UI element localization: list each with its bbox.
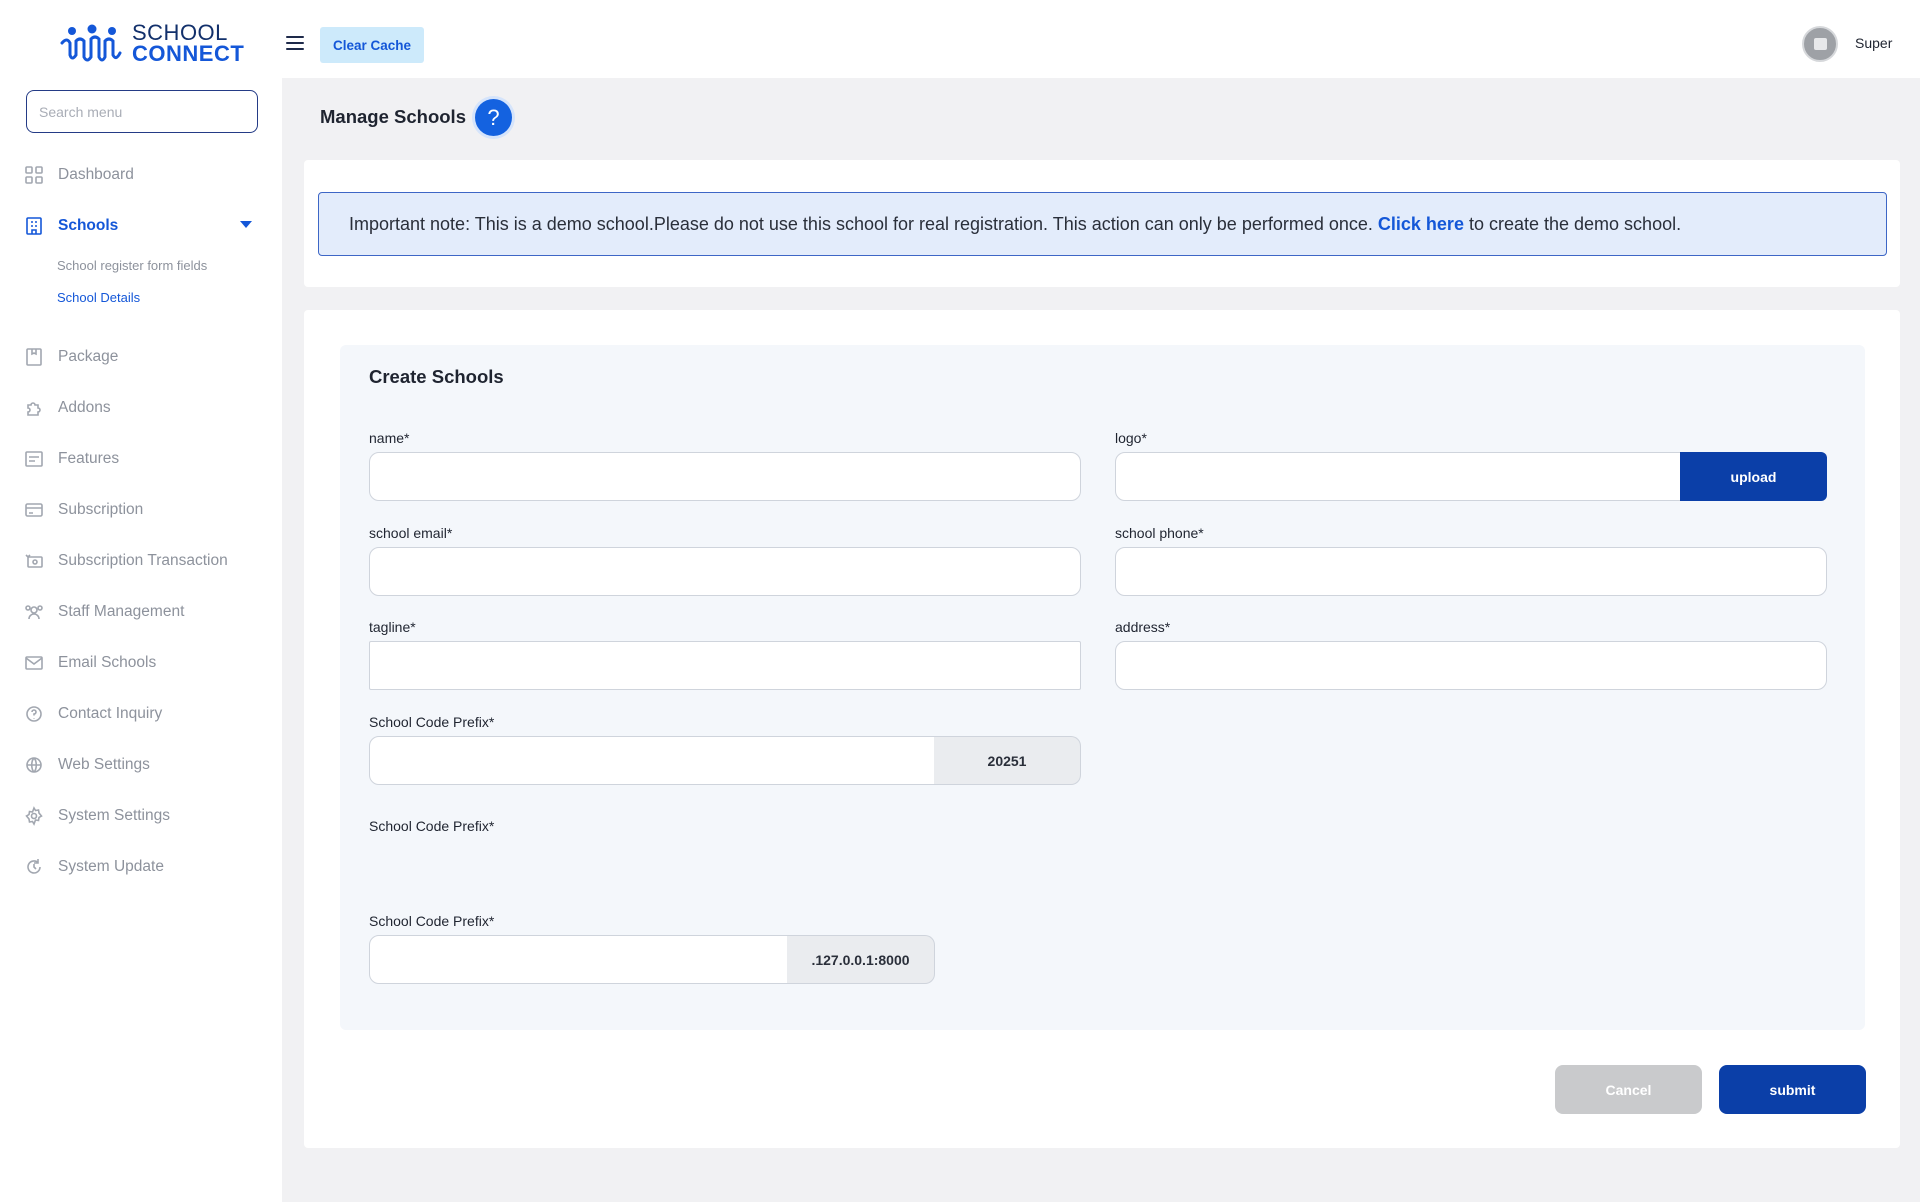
globe-icon bbox=[26, 757, 42, 773]
sidebar-item-web-settings[interactable]: Web Settings bbox=[24, 753, 150, 777]
school-connect-logo-icon bbox=[60, 24, 122, 62]
notice-text-after: to create the demo school. bbox=[1468, 213, 1682, 234]
sidebar-item-system-settings[interactable]: System Settings bbox=[24, 804, 170, 828]
sidebar-item-subscription[interactable]: Subscription bbox=[24, 498, 143, 522]
hamburger-menu-icon[interactable] bbox=[286, 36, 304, 50]
avatar[interactable] bbox=[1802, 26, 1838, 62]
sidebar-item-label: Dashboard bbox=[58, 166, 134, 183]
school-code-prefix-label: School Code Prefix* bbox=[369, 714, 495, 730]
brand-name: SCHOOL CONNECT bbox=[132, 20, 245, 66]
sidebar-item-label: Package bbox=[58, 348, 119, 365]
sidebar-item-package[interactable]: Package bbox=[24, 345, 118, 369]
school-email-field[interactable] bbox=[369, 547, 1081, 596]
school-code-prefix-label-3: School Code Prefix* bbox=[369, 913, 495, 929]
features-icon bbox=[25, 451, 43, 467]
top-bar bbox=[282, 0, 1920, 78]
sidebar-item-label: Addons bbox=[58, 399, 111, 416]
search-menu-input[interactable] bbox=[26, 90, 258, 133]
name-field[interactable] bbox=[369, 452, 1081, 501]
sidebar-item-email-schools[interactable]: Email Schools bbox=[24, 651, 156, 675]
update-icon bbox=[27, 859, 41, 874]
sidebar-item-label: Web Settings bbox=[58, 756, 150, 773]
sidebar-item-label: Contact Inquiry bbox=[58, 705, 163, 722]
chevron-down-icon[interactable] bbox=[240, 221, 252, 228]
school-email-label: school email* bbox=[369, 525, 453, 541]
school-code-prefix-field[interactable] bbox=[369, 736, 935, 785]
sidebar-item-schools[interactable]: Schools bbox=[24, 214, 118, 238]
question-circle-icon bbox=[26, 706, 42, 722]
card-icon bbox=[25, 503, 43, 517]
logo-label: logo* bbox=[1115, 430, 1147, 446]
logo-field[interactable] bbox=[1115, 452, 1681, 501]
address-field[interactable] bbox=[1115, 641, 1827, 690]
cancel-button[interactable]: Cancel bbox=[1555, 1065, 1702, 1114]
mail-icon bbox=[25, 656, 43, 670]
school-phone-field[interactable] bbox=[1115, 547, 1827, 596]
sidebar-item-addons[interactable]: Addons bbox=[24, 396, 111, 420]
sidebar-item-label: Email Schools bbox=[58, 654, 157, 671]
sidebar-item-contact-inquiry[interactable]: Contact Inquiry bbox=[24, 702, 162, 726]
brand-line-2: CONNECT bbox=[132, 41, 245, 66]
username[interactable]: Super bbox=[1855, 35, 1892, 51]
submit-button[interactable]: submit bbox=[1719, 1065, 1866, 1114]
puzzle-icon bbox=[27, 402, 41, 416]
sidebar-subitem-school-details[interactable]: School Details bbox=[57, 290, 140, 305]
image-placeholder-icon bbox=[1813, 38, 1827, 50]
address-label: address* bbox=[1115, 619, 1171, 635]
dashboard-icon bbox=[25, 166, 43, 184]
page-title: Manage Schools bbox=[320, 106, 466, 127]
domain-addon: .127.0.0.1:8000 bbox=[787, 935, 935, 984]
sidebar-subitem-register-fields[interactable]: School register form fields bbox=[57, 258, 207, 273]
staff-icon bbox=[25, 605, 43, 620]
school-phone-label: school phone* bbox=[1115, 525, 1204, 541]
sidebar-item-system-update[interactable]: System Update bbox=[24, 855, 164, 879]
clear-cache-button[interactable]: Clear Cache bbox=[320, 27, 424, 63]
sidebar-item-dashboard[interactable]: Dashboard bbox=[24, 163, 134, 187]
tagline-field[interactable] bbox=[369, 641, 1081, 690]
tagline-label: tagline* bbox=[369, 619, 416, 635]
gear-icon bbox=[25, 806, 43, 826]
sidebar-item-label: Features bbox=[58, 450, 120, 467]
transaction-icon bbox=[25, 554, 43, 568]
notice-text: Important note: This is a demo school.Pl… bbox=[349, 214, 1681, 235]
package-icon bbox=[26, 348, 42, 366]
sidebar-item-label: Subscription bbox=[58, 501, 144, 518]
school-code-prefix-addon: 20251 bbox=[934, 736, 1081, 785]
sidebar-item-label: Schools bbox=[58, 217, 119, 234]
domain-field[interactable] bbox=[369, 935, 788, 984]
sidebar-item-staff-management[interactable]: Staff Management bbox=[24, 600, 184, 624]
sidebar: SCHOOL CONNECT Dashboard Schools School … bbox=[0, 0, 282, 1202]
school-code-prefix-label-2: School Code Prefix* bbox=[369, 818, 495, 834]
sidebar-item-label: System Settings bbox=[58, 807, 170, 824]
demo-school-notice: Important note: This is a demo school.Pl… bbox=[318, 192, 1887, 256]
form-title: Create Schools bbox=[369, 366, 504, 387]
upload-button[interactable]: upload bbox=[1680, 452, 1827, 501]
sidebar-item-features[interactable]: Features bbox=[24, 447, 119, 471]
name-label: name* bbox=[369, 430, 410, 446]
notice-text-before: Important note: This is a demo school.Pl… bbox=[349, 213, 1373, 234]
building-icon bbox=[26, 217, 42, 235]
help-icon[interactable]: ? bbox=[475, 99, 512, 136]
sidebar-item-label: Staff Management bbox=[58, 603, 185, 620]
create-demo-school-link[interactable]: Click here bbox=[1378, 214, 1464, 234]
sidebar-item-label: System Update bbox=[58, 858, 164, 875]
brand-line-1: SCHOOL bbox=[132, 20, 228, 45]
sidebar-item-subscription-transaction[interactable]: Subscription Transaction bbox=[24, 549, 228, 573]
sidebar-item-label: Subscription Transaction bbox=[58, 552, 228, 569]
brand-logo[interactable]: SCHOOL CONNECT bbox=[60, 20, 245, 66]
